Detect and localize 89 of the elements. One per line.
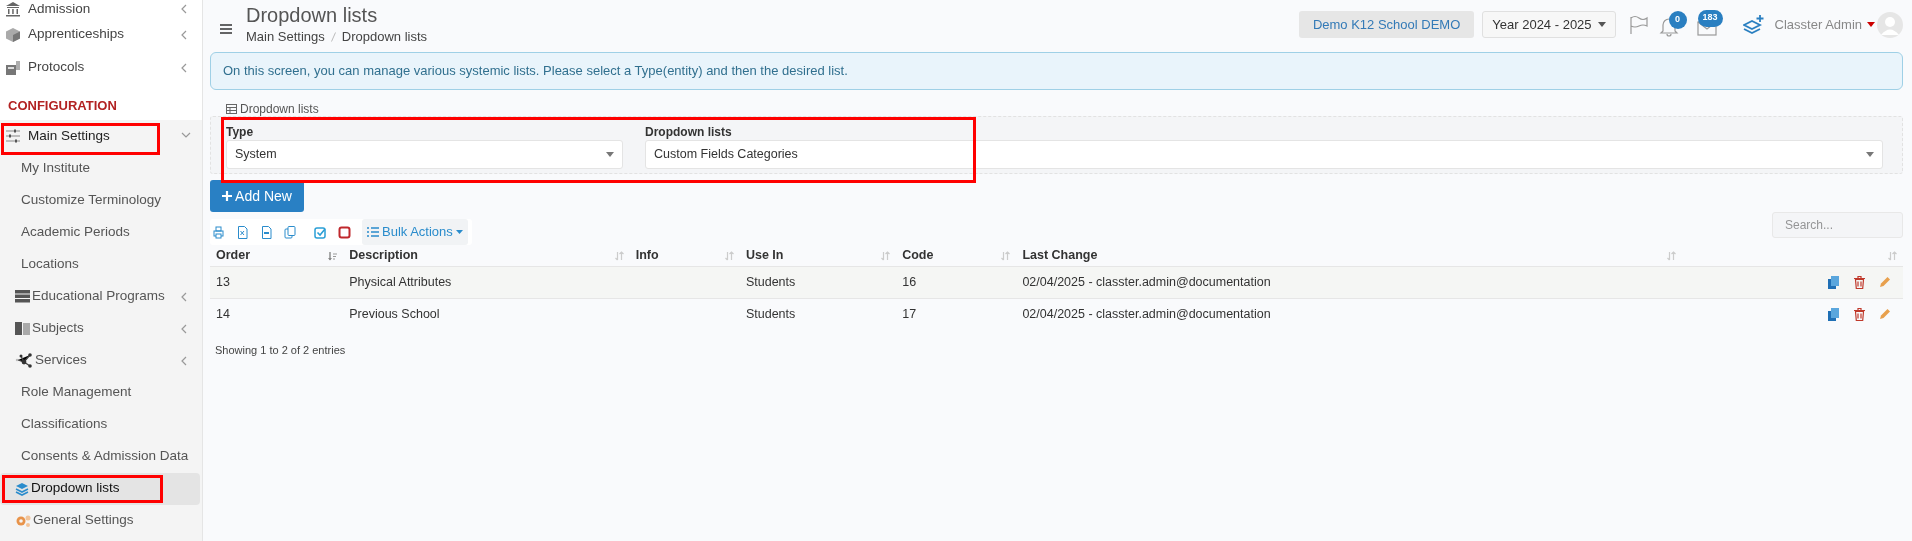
print-icon[interactable] xyxy=(212,225,225,239)
avatar-icon xyxy=(1877,11,1903,38)
copy-icon[interactable] xyxy=(284,225,297,239)
slash-icon xyxy=(330,31,336,42)
table-cell: Students xyxy=(745,306,796,321)
copy-icon[interactable] xyxy=(1828,307,1840,321)
table-cell: 02/04/2025 - classter.admin@documentation xyxy=(1022,274,1271,289)
school-button[interactable]: Demo K12 School DEMO xyxy=(1298,11,1475,38)
sort-icon[interactable] xyxy=(1001,250,1011,261)
table-cell: 14 xyxy=(216,306,230,321)
layers-plus-icon xyxy=(1742,14,1765,35)
check-square-icon[interactable] xyxy=(314,225,327,239)
menu-item[interactable]: Main Settings xyxy=(0,119,202,153)
menu-item[interactable]: Admission xyxy=(0,0,202,18)
column-header[interactable]: Order xyxy=(216,246,329,266)
trash-icon[interactable] xyxy=(1854,307,1865,321)
copy-icon[interactable] xyxy=(1828,275,1840,289)
gears-icon xyxy=(15,513,31,528)
server-icon xyxy=(15,290,30,303)
column-header[interactable]: Last Change xyxy=(1022,246,1667,266)
flag-icon xyxy=(1628,14,1649,35)
caret-icon xyxy=(1597,22,1606,27)
info-alert: On this screen, you can manage various systemic lists. Please select a Type(entity) and then the desired list. xyxy=(210,52,1903,90)
submenu-item[interactable]: Role Management xyxy=(0,376,200,409)
table-cell: 17 xyxy=(902,306,917,321)
submenu-item[interactable]: My Institute xyxy=(0,152,200,185)
column-header[interactable]: Description xyxy=(349,246,615,266)
search-field[interactable]: Search... xyxy=(1772,212,1903,238)
select-field[interactable]: System xyxy=(226,140,623,169)
menu-icon xyxy=(220,23,232,34)
submenu-item[interactable]: Customize Terminology xyxy=(0,184,200,217)
archive-icon xyxy=(5,59,21,76)
sort-icon[interactable] xyxy=(614,250,624,261)
column-header[interactable]: Info xyxy=(635,246,725,266)
submenu-item[interactable]: Consents & Admission Data xyxy=(0,440,200,473)
list-icon xyxy=(367,227,379,237)
panel-legend: Dropdown lists xyxy=(240,100,319,118)
table-cell: 02/04/2025 - classter.admin@documentation xyxy=(1022,306,1271,321)
table-cell: Physical Attributes xyxy=(349,274,452,289)
pencil-icon[interactable] xyxy=(1879,308,1891,321)
notification-badge: 0 xyxy=(1668,10,1687,29)
sort-icon[interactable] xyxy=(328,250,338,261)
table-icon xyxy=(226,104,237,114)
sort-icon[interactable] xyxy=(724,250,734,261)
year-dropdown[interactable]: Year 2024 - 2025 xyxy=(1482,11,1616,38)
trash-icon[interactable] xyxy=(1854,275,1865,289)
page-title: Dropdown lists xyxy=(246,2,379,27)
sort-icon[interactable] xyxy=(1888,250,1897,261)
table-cell: Students xyxy=(745,274,796,289)
sort-icon[interactable] xyxy=(1666,250,1676,261)
caret-icon xyxy=(455,230,463,234)
submenu-item[interactable]: Locations xyxy=(0,248,200,281)
submenu-item[interactable]: Academic Periods xyxy=(0,216,200,249)
section-heading: CONFIGURATION xyxy=(7,97,118,115)
layers-icon xyxy=(15,481,29,496)
pencil-icon[interactable] xyxy=(1879,276,1891,288)
excel-file-icon[interactable] xyxy=(236,225,249,239)
caret-icon xyxy=(1866,152,1874,157)
submenu-item[interactable]: Services xyxy=(0,344,200,377)
sort-icon[interactable] xyxy=(881,250,891,261)
field-label: Type xyxy=(226,124,254,138)
submenu-item[interactable]: General Settings xyxy=(0,504,200,537)
bell-icon xyxy=(1658,16,1679,37)
field-label: Dropdown lists xyxy=(645,124,732,138)
submenu-item[interactable]: Educational Programs xyxy=(0,280,200,313)
menu-item[interactable]: Protocols xyxy=(0,51,202,84)
sliders-icon xyxy=(5,128,21,144)
cube-icon xyxy=(5,26,21,43)
caret-icon xyxy=(606,152,614,157)
caret-icon xyxy=(1867,22,1875,27)
table-cell: 13 xyxy=(216,274,230,289)
menu-item[interactable]: Apprenticeships xyxy=(0,18,202,51)
plus-icon xyxy=(222,191,233,201)
square-icon[interactable] xyxy=(338,225,351,239)
column-header[interactable]: Use In xyxy=(745,246,882,266)
submenu-item[interactable]: Classifications xyxy=(0,408,200,441)
submenu-item[interactable]: Subjects xyxy=(0,312,200,345)
book-icon xyxy=(15,322,30,335)
bank-icon xyxy=(5,1,21,17)
select-field[interactable]: Custom Fields Categories xyxy=(645,140,1883,169)
column-header[interactable]: Code xyxy=(902,246,1002,266)
breadcrumb-link[interactable]: Main Settings xyxy=(246,26,325,47)
message-badge: 183 xyxy=(1697,9,1723,27)
csv-file-icon[interactable] xyxy=(260,225,273,239)
network-icon xyxy=(15,353,33,368)
table-cell: Previous School xyxy=(349,306,440,321)
table-cell: 16 xyxy=(902,274,917,289)
breadcrumb-link[interactable]: Dropdown lists xyxy=(341,26,428,47)
table-info: Showing 1 to 2 of 2 entries xyxy=(214,343,347,358)
